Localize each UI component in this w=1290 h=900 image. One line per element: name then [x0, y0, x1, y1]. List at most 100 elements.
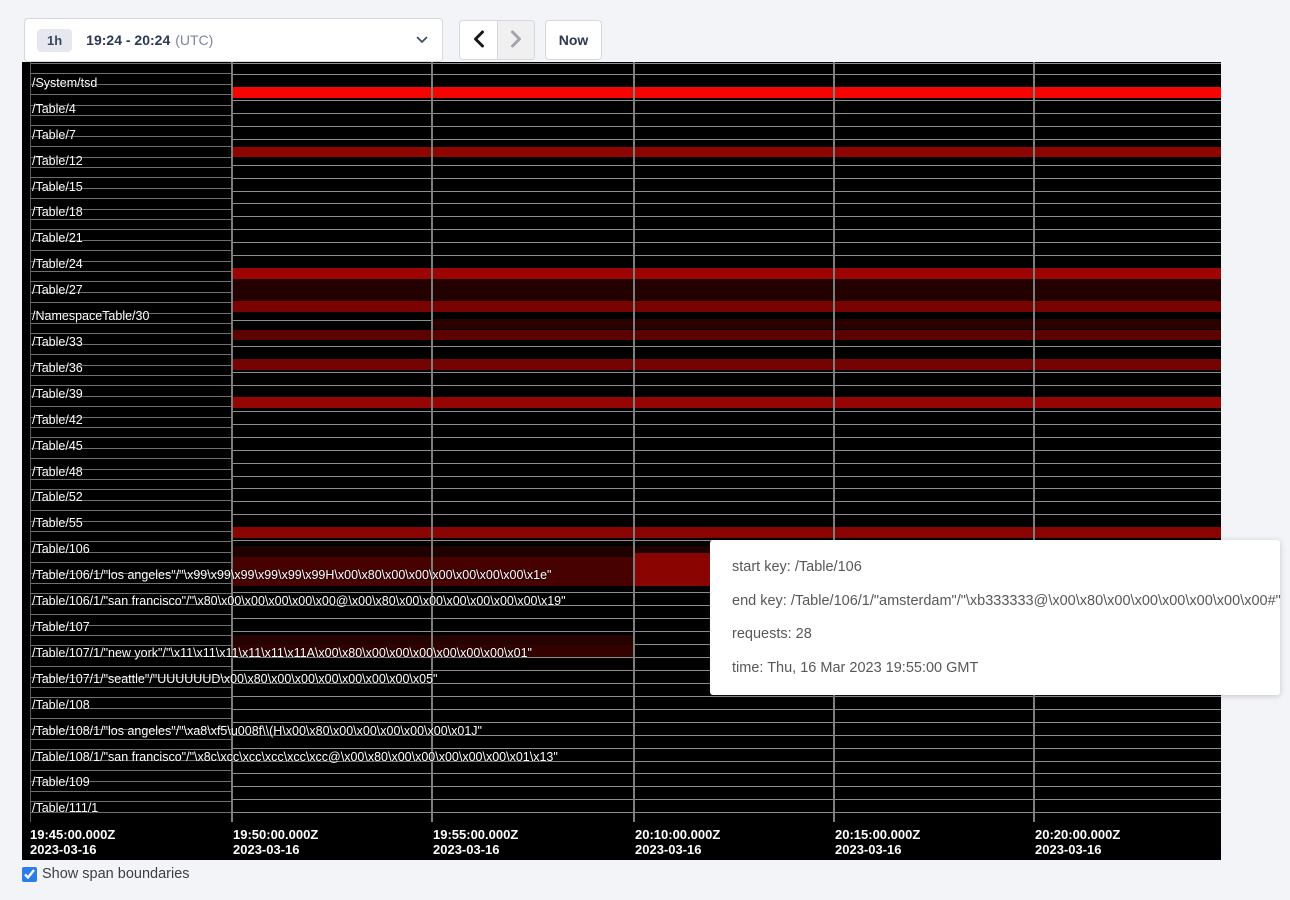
range-key-label: /NamespaceTable/30 [32, 310, 149, 323]
span-boundary-line [231, 242, 1221, 243]
heat-band[interactable] [431, 319, 1221, 329]
span-boundary-line [30, 271, 231, 272]
heat-band[interactable] [231, 268, 1221, 279]
span-boundary-line [30, 354, 231, 355]
span-boundary-line [231, 488, 1221, 489]
chevron-right-icon [509, 30, 523, 51]
span-boundary-line [30, 375, 231, 376]
span-boundary-line [30, 510, 231, 511]
time-axis-tick: 20:20:00.000Z2023-03-16 [1035, 827, 1120, 857]
range-key-label: /Table/107/1/"new york"/"\x11\x11\x11\x1… [32, 647, 532, 660]
key-visualizer-page: 1h 19:24 - 20:24 (UTC) Now /System/tsd/T… [0, 0, 1290, 900]
span-boundary-line [30, 770, 231, 771]
span-boundary-line [231, 139, 1221, 140]
span-boundary-line [30, 739, 231, 740]
range-key-label: /Table/108/1/"san francisco"/"\x8c\xcc\x… [32, 751, 558, 764]
time-axis-tick: 20:10:00.000Z2023-03-16 [635, 827, 720, 857]
span-boundary-line [231, 255, 1221, 256]
span-boundary-line [231, 372, 1221, 373]
range-key-label: /Table/33 [32, 336, 83, 349]
range-key-label: /Table/106/1/"san francisco"/"\x80\x00\x… [32, 595, 566, 608]
time-axis-tick: 19:55:00.000Z2023-03-16 [433, 827, 518, 857]
heat-band[interactable] [231, 527, 1221, 538]
span-boundary-line [231, 501, 1221, 502]
span-boundary-line [30, 718, 231, 719]
heat-band[interactable] [231, 359, 1221, 370]
time-axis-tick: 20:15:00.000Z2023-03-16 [835, 827, 920, 857]
span-boundary-line [30, 687, 231, 688]
tooltip-requests: requests: 28 [732, 626, 1281, 642]
grid-column-line [1033, 62, 1035, 822]
range-timezone: (UTC) [175, 32, 213, 48]
range-key-label: /Table/12 [32, 155, 83, 168]
now-button[interactable]: Now [545, 20, 602, 60]
range-key-label: /Table/106/1/"los angeles"/"\x99\x99\x99… [32, 569, 551, 582]
range-key-label: /System/tsd [32, 77, 97, 90]
range-nav-buttons [459, 20, 535, 60]
left-edge-line [30, 62, 31, 822]
heat-band[interactable] [231, 147, 1221, 157]
prev-range-button[interactable] [460, 21, 497, 59]
span-boundary-line [30, 250, 231, 251]
range-key-label: /Table/107/1/"seattle"/"UUUUUUD\x00\x80\… [32, 673, 437, 686]
span-boundary-line [30, 302, 231, 303]
heat-band[interactable] [231, 301, 1221, 312]
span-boundary-line [30, 531, 231, 532]
key-visualizer-heatmap[interactable]: /System/tsd/Table/4/Table/7/Table/12/Tab… [22, 62, 1221, 860]
range-key-label: /Table/45 [32, 440, 83, 453]
span-boundary-line [231, 191, 1221, 192]
range-key-label: /Table/106 [32, 543, 90, 556]
span-boundary-line [231, 74, 1221, 75]
span-boundary-line [231, 786, 1221, 787]
show-span-boundaries[interactable]: Show span boundaries [22, 866, 190, 882]
tooltip-end-key: end key: /Table/106/1/"amsterdam"/"\xb33… [732, 593, 1281, 609]
span-boundary-line [231, 799, 1221, 800]
span-boundary-line [30, 458, 231, 459]
next-range-button[interactable] [497, 21, 534, 59]
heat-band[interactable] [231, 279, 1221, 301]
range-key-label: /Table/108 [32, 699, 90, 712]
span-boundary-line [30, 479, 231, 480]
span-boundary-line [231, 203, 1221, 204]
range-key-label: /Table/52 [32, 491, 83, 504]
heat-band[interactable] [231, 397, 1221, 408]
range-key-label: /Table/109 [32, 776, 90, 789]
show-span-boundaries-checkbox[interactable] [22, 867, 37, 882]
span-boundary-line [231, 514, 1221, 515]
span-boundary-line [30, 614, 231, 615]
range-key-label: /Table/36 [32, 362, 83, 375]
span-boundary-line [231, 463, 1221, 464]
heat-band[interactable] [231, 330, 1221, 340]
grid-column-line [431, 62, 433, 822]
span-boundary-line [30, 198, 231, 199]
tooltip-start-key: start key: /Table/106 [732, 559, 1281, 575]
range-key-label: /Table/18 [32, 206, 83, 219]
time-range-selector[interactable]: 1h 19:24 - 20:24 (UTC) [24, 18, 443, 62]
span-boundary-line [30, 635, 231, 636]
show-span-boundaries-label: Show span boundaries [42, 866, 190, 882]
span-boundary-line [231, 178, 1221, 179]
span-boundary-line [231, 709, 1221, 710]
range-key-label: /Table/42 [32, 414, 83, 427]
span-boundary-line [30, 666, 231, 667]
range-key-label: /Table/55 [32, 517, 83, 530]
range-key-label: /Table/108/1/"los angeles"/"\xa8\xf5\u00… [32, 725, 482, 738]
chevron-left-icon [472, 30, 486, 51]
span-boundary-line [30, 427, 231, 428]
range-key-label: /Table/21 [32, 232, 83, 245]
range-key-label: /Table/39 [32, 388, 83, 401]
range-key-label: /Table/7 [32, 129, 76, 142]
range-key-label: /Table/15 [32, 181, 83, 194]
span-boundary-line [30, 63, 231, 64]
span-boundary-line [30, 583, 231, 584]
tooltip-time: time: Thu, 16 Mar 2023 19:55:00 GMT [732, 660, 1281, 676]
span-boundary-line [30, 562, 231, 563]
span-boundary-line [231, 424, 1221, 425]
range-key-label: /Table/48 [32, 466, 83, 479]
span-boundary-line [231, 113, 1221, 114]
span-boundary-line [231, 385, 1221, 386]
grid-column-line [833, 62, 835, 822]
span-boundary-line [30, 323, 231, 324]
heat-band[interactable] [231, 87, 1221, 98]
span-boundary-line [231, 812, 1221, 813]
